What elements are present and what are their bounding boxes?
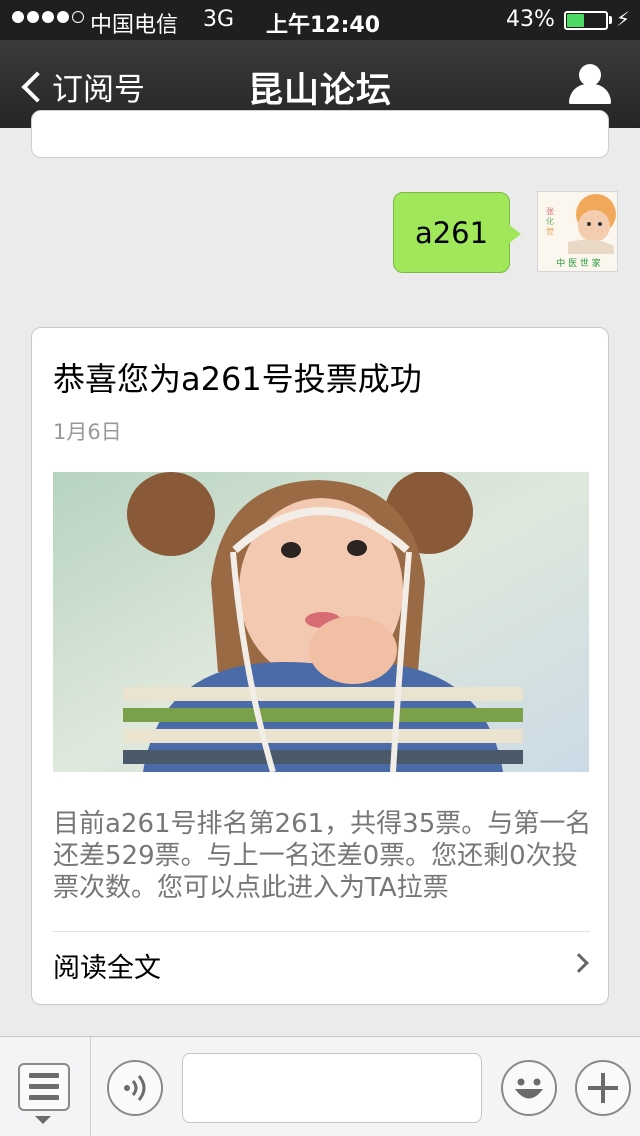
emoji-button[interactable] <box>501 1060 557 1116</box>
page-title: 昆山论坛 <box>247 71 392 111</box>
person-icon <box>579 64 601 86</box>
divider <box>53 931 590 932</box>
emoji-icon <box>515 1078 543 1099</box>
svg-text:化: 化 <box>546 216 554 226</box>
battery-icon <box>564 11 608 30</box>
profile-button[interactable] <box>568 64 612 106</box>
avatar-caption: 中 医 世 家 <box>556 257 601 269</box>
chat-input-bar <box>0 1036 640 1136</box>
status-time: 上午12:40 <box>266 13 381 38</box>
article-cover-image <box>53 472 589 772</box>
message-input[interactable] <box>182 1053 482 1123</box>
carrier-name: 中国电信 <box>90 13 179 38</box>
article-title: 恭喜您为a261号投票成功 <box>53 360 422 398</box>
triangle-down-icon <box>35 1116 51 1124</box>
article-date: 1月6日 <box>53 420 122 444</box>
network-type: 3G <box>203 7 235 32</box>
voice-icon <box>124 1075 146 1101</box>
menu-list-icon <box>29 1073 59 1078</box>
svg-text:世: 世 <box>546 226 554 236</box>
user-avatar[interactable]: 张 化 世 中 医 世 家 <box>537 191 618 272</box>
status-bar: 中国电信 3G 上午12:40 43% ⚡ <box>0 0 640 40</box>
chevron-right-icon <box>569 953 589 973</box>
menu-toggle-button[interactable] <box>18 1063 70 1111</box>
battery-percent: 43% <box>506 7 555 32</box>
voice-button[interactable] <box>107 1060 163 1116</box>
charging-icon: ⚡ <box>616 7 631 31</box>
separator <box>90 1037 91 1136</box>
article-summary: 目前a261号排名第261，共得35票。与第一名还差529票。与上一名还差0票。… <box>53 809 592 903</box>
battery-tip <box>609 16 612 24</box>
add-more-button[interactable] <box>575 1060 631 1116</box>
bubble-tail <box>508 224 521 244</box>
plus-icon <box>588 1073 618 1103</box>
previous-article-card[interactable] <box>31 110 609 158</box>
sent-message-bubble[interactable]: a261 <box>393 192 510 273</box>
signal-strength-icon <box>12 11 84 23</box>
article-card[interactable]: 恭喜您为a261号投票成功 1月6日 目前a261号排名第261，共得35票。与… <box>31 327 609 1005</box>
svg-text:张: 张 <box>546 207 554 216</box>
read-full-article-link[interactable]: 阅读全文 <box>53 946 161 985</box>
